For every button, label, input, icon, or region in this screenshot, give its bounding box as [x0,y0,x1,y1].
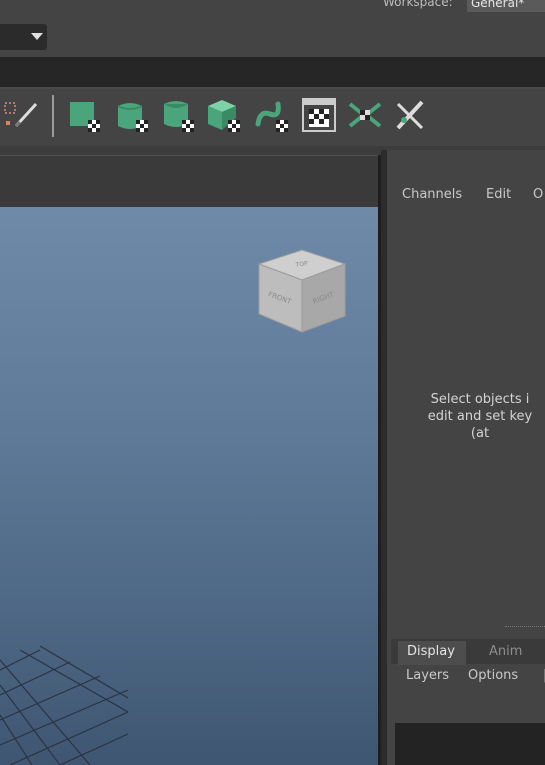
viewport-header [0,155,378,208]
message-line: (at [470,426,490,441]
status-line [0,57,545,87]
message-line: edit and set key [427,409,533,424]
workspace-select[interactable]: General* [467,0,545,12]
view-cube[interactable]: TOP FRONT RIGHT [255,244,350,339]
menu-layers[interactable]: Layers [406,668,449,683]
ground-grid [0,645,129,765]
shelf-separator [52,95,54,137]
nurbs-cylinder-icon[interactable] [114,96,152,134]
resize-handle[interactable] [505,626,545,627]
menu-object[interactable]: O [533,187,543,202]
nurbs-curve-icon[interactable] [254,96,292,134]
uv-checker-icon[interactable] [300,96,338,134]
paint-select-icon[interactable] [2,96,40,134]
nurbs-cone-icon[interactable] [160,96,198,134]
nurbs-square-icon[interactable] [66,96,104,134]
nurbs-cube-icon[interactable] [206,96,244,134]
workspace-label: Workspace: [383,0,453,9]
message-line: Select objects i [430,392,530,407]
xray-icon[interactable] [346,96,384,134]
menu-channels[interactable]: Channels [402,187,462,202]
menu-edit[interactable]: Edit [486,187,511,202]
menu-options[interactable]: Options [468,668,518,683]
top-toolbar [0,0,545,57]
channel-box-message: Select objects i edit and set key (at [395,391,545,442]
tool-pen-icon[interactable] [392,96,430,134]
tab-anim[interactable]: Anim [489,644,522,659]
chevron-down-icon [31,33,43,40]
layer-list[interactable] [395,723,545,765]
tab-display-label: Display [407,644,455,659]
